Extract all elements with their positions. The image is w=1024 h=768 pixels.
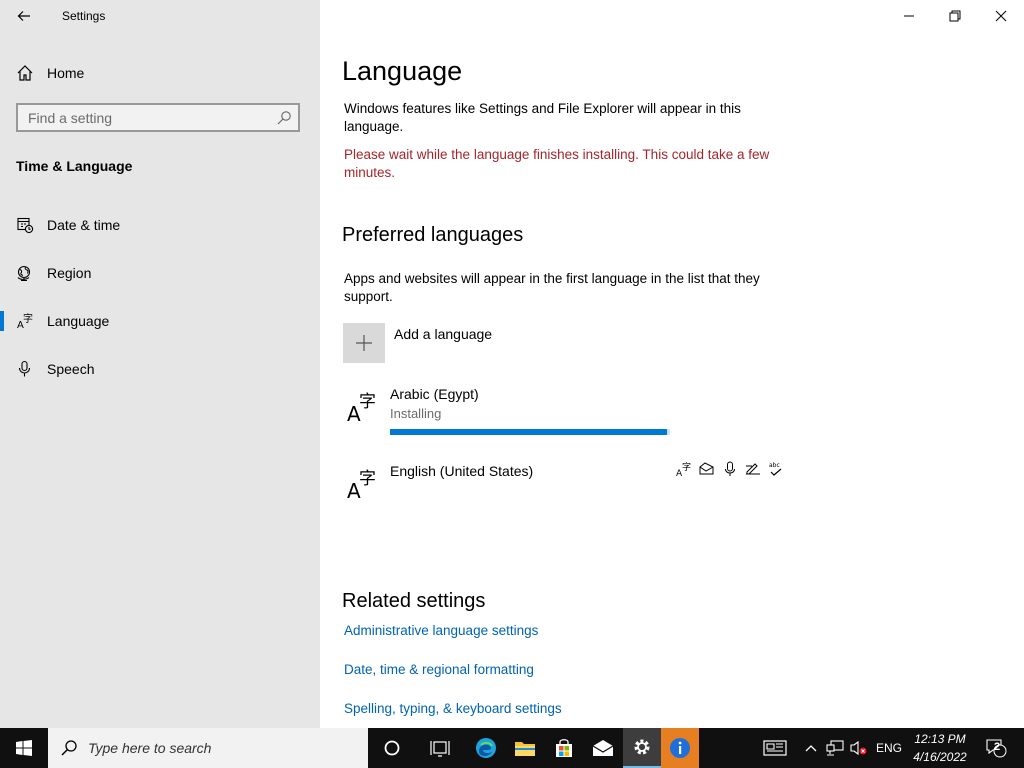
admin-language-settings-link[interactable]: Administrative language settings: [344, 623, 538, 638]
input-language-indicator[interactable]: ENG: [876, 741, 902, 755]
taskbar: Type here to search ENG 12:13 PM 4/16/20…: [0, 728, 1024, 768]
news-interests-button[interactable]: [760, 728, 790, 768]
sidebar-item-speech[interactable]: Speech: [0, 349, 320, 389]
file-explorer-button[interactable]: [505, 728, 545, 768]
svg-text:abc: abc: [769, 462, 780, 469]
sidebar-item-label: Home: [47, 65, 85, 81]
store-button[interactable]: [544, 728, 584, 768]
sidebar-item-home[interactable]: Home: [0, 53, 320, 93]
sidebar-item-label: Date & time: [47, 217, 121, 233]
sidebar-item-label: Speech: [47, 361, 95, 377]
svg-text:字: 字: [359, 469, 376, 489]
find-setting-input[interactable]: [18, 105, 278, 130]
language-icon: A字: [15, 311, 35, 331]
install-progress-bar: [390, 429, 670, 435]
edge-icon: [476, 738, 496, 758]
handwriting-icon: [744, 460, 761, 477]
language-name: English (United States): [390, 463, 534, 479]
spellcheck-icon: abc: [767, 460, 784, 477]
app-title: Settings: [62, 9, 106, 23]
restore-icon: [949, 10, 961, 22]
text-to-speech-icon: [698, 460, 715, 477]
volume-button[interactable]: [848, 728, 870, 768]
related-settings-heading: Related settings: [342, 590, 486, 612]
sidebar-item-region[interactable]: Region: [0, 253, 320, 293]
taskbar-search-placeholder: Type here to search: [88, 740, 212, 756]
news-icon: [763, 740, 787, 756]
svg-text:字: 字: [359, 392, 376, 412]
taskbar-search-box[interactable]: Type here to search: [48, 728, 368, 768]
start-button[interactable]: [0, 728, 48, 768]
network-button[interactable]: [824, 728, 846, 768]
back-arrow-icon: [17, 11, 30, 21]
clock-time: 12:13 PM: [914, 732, 966, 746]
close-button[interactable]: [978, 0, 1024, 32]
add-language-button[interactable]: Add a language: [343, 323, 543, 363]
preferred-languages-heading: Preferred languages: [342, 224, 524, 246]
settings-taskbar-button[interactable]: [623, 728, 661, 768]
network-icon: [826, 740, 844, 756]
mail-icon: [592, 740, 614, 756]
chevron-up-icon: [805, 745, 817, 752]
add-language-label: Add a language: [394, 326, 493, 342]
date-time-regional-link[interactable]: Date, time & regional formatting: [344, 662, 534, 677]
action-center-button[interactable]: 2: [982, 728, 1010, 768]
svg-text:字: 字: [23, 312, 33, 325]
search-icon: [60, 739, 78, 762]
language-icon: A字: [345, 389, 381, 426]
restore-button[interactable]: [932, 0, 978, 32]
clock-date: 4/16/2022: [913, 750, 967, 764]
language-item-english[interactable]: A字 English (United States) A字 abc: [343, 460, 784, 518]
globe-icon: [15, 263, 35, 283]
sidebar-item-language[interactable]: A字 Language: [0, 301, 320, 341]
date-time-icon: [15, 215, 35, 235]
notification-count: 2: [994, 741, 1001, 753]
section-title: Time & Language: [16, 158, 133, 174]
home-icon: [15, 63, 35, 83]
language-features: A字 abc: [675, 460, 784, 477]
spelling-typing-keyboard-link[interactable]: Spelling, typing, & keyboard settings: [344, 701, 562, 716]
language-icon: A字: [345, 466, 381, 503]
task-view-button[interactable]: [420, 728, 460, 768]
search-icon[interactable]: [276, 110, 292, 126]
minimize-icon: [904, 15, 914, 17]
language-name: Arabic (Egypt): [390, 386, 479, 402]
info-icon: [670, 738, 690, 758]
language-description: Windows features like Settings and File …: [344, 101, 741, 134]
sidebar-item-date-time[interactable]: Date & time: [0, 205, 320, 245]
windows-icon: [16, 740, 32, 756]
gear-icon: [634, 739, 650, 755]
mail-button[interactable]: [583, 728, 623, 768]
sidebar-item-label: Language: [47, 313, 110, 329]
microphone-icon: [15, 359, 35, 379]
back-button[interactable]: [10, 4, 38, 28]
sidebar-item-label: Region: [47, 265, 92, 281]
install-warning: Please wait while the language finishes …: [344, 147, 770, 180]
show-hidden-icons-button[interactable]: [801, 728, 821, 768]
sidebar: Settings Home Time & Language Date & tim…: [0, 0, 320, 728]
task-view-icon: [430, 741, 450, 757]
svg-text:字: 字: [682, 461, 691, 473]
install-progress-fill: [390, 429, 668, 435]
cortana-icon: [384, 740, 400, 756]
language-status: Installing: [390, 406, 442, 421]
edge-taskbar-button[interactable]: [466, 728, 506, 768]
info-app-button[interactable]: [661, 728, 699, 768]
folder-icon: [515, 742, 535, 756]
store-icon: [556, 739, 572, 757]
language-item-arabic[interactable]: A字 Arabic (Egypt) Installing: [343, 385, 783, 441]
minimize-button[interactable]: [886, 0, 932, 32]
cortana-button[interactable]: [372, 728, 412, 768]
speech-icon: [721, 460, 738, 477]
volume-muted-icon: [850, 740, 867, 756]
page-title: Language: [342, 56, 463, 86]
close-icon: [995, 10, 1007, 22]
display-language-icon: A字: [675, 460, 692, 477]
taskbar-clock[interactable]: 12:13 PM 4/16/2022: [908, 730, 972, 766]
preferred-languages-description: Apps and websites will appear in the fir…: [344, 271, 760, 304]
plus-icon: [343, 323, 385, 363]
find-setting-search[interactable]: [16, 103, 300, 132]
